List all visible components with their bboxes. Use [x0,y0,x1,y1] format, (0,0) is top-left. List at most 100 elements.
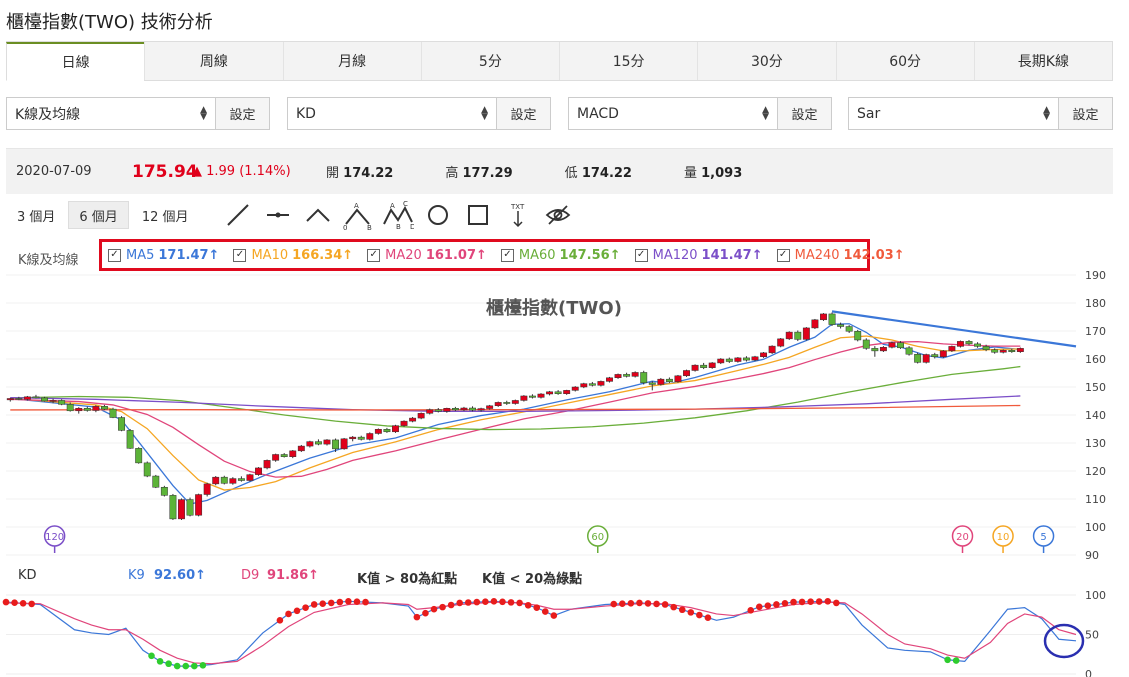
sar-indicator-settings-button[interactable]: 設定 [1059,97,1113,130]
rectangle-icon[interactable] [458,200,498,230]
kd-red-dot [619,600,626,607]
ma60-name: MA60 [518,247,556,263]
page-title: 櫃檯指數(TWO) 技術分析 [6,12,213,33]
main-indicator-select[interactable]: K線及均線 ▲ ▼ [6,97,216,130]
candle-body [477,408,485,411]
tab-long-term[interactable]: 長期K線 [973,42,1113,80]
checkbox-icon[interactable]: ✓ [634,248,648,262]
text-icon[interactable]: TXT [498,200,538,230]
kd-red-dot [670,603,677,611]
kd-red-dot [422,609,429,617]
tab-weekly[interactable]: 周線 [144,42,282,80]
candle-body [143,462,151,477]
ma-marker-label: 10 [997,532,1010,543]
price-chart[interactable]: 90 100 110 120 130 140 150 160 170 180 190 櫃檯指數(TWO… [0,270,1129,560]
kd-indicator-select[interactable]: KD ▲ ▼ [287,97,497,130]
candle-body [494,402,502,407]
tab-5min[interactable]: 5分 [420,42,559,80]
kd-red-dot [413,613,421,621]
candle-body [220,476,228,484]
candle-body [914,353,922,363]
line-icon[interactable] [218,200,258,230]
range-12-months[interactable]: 12 個月 [131,201,200,229]
macd-indicator-settings-button[interactable]: 設定 [778,97,832,130]
kd-red-dot [550,612,558,619]
price-y-tick: 110 [1085,493,1106,506]
candle-body [922,354,930,363]
kd-red-dot [11,599,18,607]
checkbox-icon[interactable]: ✓ [776,248,790,262]
candle-body [665,378,673,382]
abcd-pattern-icon[interactable]: AC B D [378,200,418,230]
candle-body [948,346,956,352]
kd-green-dot [952,657,960,664]
checkbox-icon[interactable]: ✓ [500,248,514,262]
kd-red-dot [345,598,352,605]
svg-text:D: D [410,223,414,230]
ma-item-ma20[interactable]: ✓ MA20 161.07↑ [367,248,487,263]
main-indicator-settings-button[interactable]: 設定 [216,97,270,130]
macd-indicator-select[interactable]: MACD ▲ ▼ [568,97,778,130]
candle-body [152,475,160,488]
candle-body [23,396,31,400]
range-6-months[interactable]: 6 個月 [68,201,129,229]
ma-item-ma10[interactable]: ✓ MA10 166.34↑ [233,248,353,263]
candle-body [263,460,271,469]
kd-indicator-value: KD [296,105,316,122]
candle-body [203,483,211,495]
candle-body [931,354,939,358]
macd-indicator-value: MACD [577,105,619,122]
sar-indicator-select[interactable]: Sar ▲ ▼ [848,97,1059,130]
candle-body [811,319,819,329]
candle-body [520,395,528,401]
tab-daily[interactable]: 日線 [6,42,145,81]
kd-indicator-settings-button[interactable]: 設定 [497,97,551,130]
candle-body [691,364,699,371]
hide-icon[interactable] [538,200,578,230]
candle-body [383,429,391,433]
angle-icon[interactable] [298,200,338,230]
candle-body [965,341,973,345]
candle-body [443,408,451,412]
kd-green-dot [199,662,207,669]
candle-body [580,383,588,388]
ma240-value: 142.03↑ [843,247,905,263]
ma-item-ma60[interactable]: ✓ MA60 147.56↑ [500,247,621,263]
candle-body [982,346,990,351]
checkbox-icon[interactable]: ✓ [108,248,121,262]
kd-green-dot [156,658,164,665]
kd-line-d9 [5,601,1077,665]
kd-red-dot [773,601,780,608]
tab-30min[interactable]: 30分 [697,42,835,80]
candle-body [614,374,622,379]
circle-icon[interactable] [418,200,458,230]
candle-body [828,313,836,325]
ma-item-ma5[interactable]: ✓ MA5 171.47↑ [108,248,219,263]
candle-body [135,448,143,464]
kd-line-k9 [5,600,1077,667]
candle-body [683,370,690,377]
kd-chart[interactable]: 0 50 100 [0,585,1129,677]
candle-body [255,467,262,475]
tab-15min[interactable]: 15分 [559,42,697,80]
kd-red-dot [499,598,506,606]
tab-60min[interactable]: 60分 [835,42,974,80]
abc-pattern-icon[interactable]: A 0 B [338,200,378,230]
kd-green-dot [165,660,172,668]
horizontal-line-icon[interactable] [258,200,298,230]
checkbox-icon[interactable]: ✓ [233,248,247,262]
kd-red-dot [687,609,695,616]
candle-body [1016,348,1024,352]
ma240-name: MA240 [794,247,840,263]
range-3-months[interactable]: 3 個月 [6,201,66,229]
kd-red-dot [456,599,463,607]
ma-item-ma120[interactable]: ✓ MA120 141.47↑ [634,248,763,263]
candle-body [537,393,545,398]
ma-item-ma240[interactable]: ✓ MA240 142.03↑ [776,247,905,263]
tab-monthly[interactable]: 月線 [282,42,421,80]
quote-low: 低 174.22 [565,162,632,181]
kd-red-dot [704,614,712,621]
checkbox-icon[interactable]: ✓ [367,248,381,262]
kd-red-dot [302,604,309,611]
kd-red-dot [516,599,523,607]
